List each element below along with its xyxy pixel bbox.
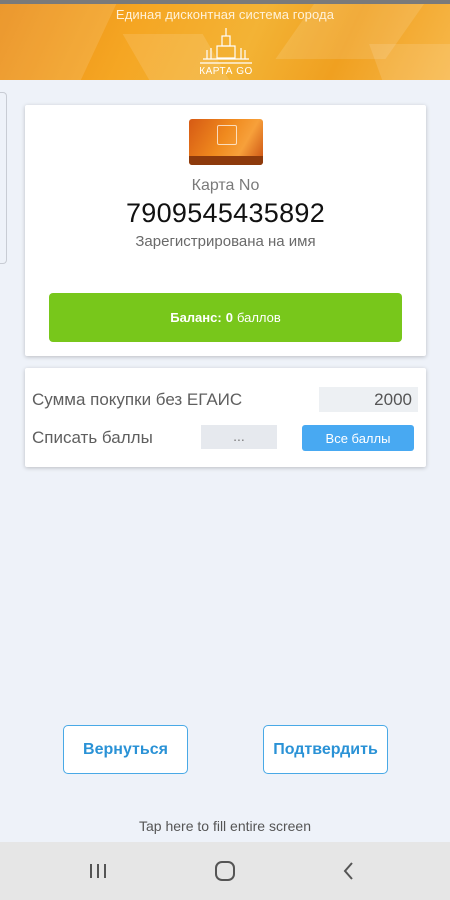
card-number-label: Карта No [191,177,260,194]
confirm-button[interactable]: Подтвердить [263,725,388,774]
side-drawer-handle[interactable] [0,92,7,264]
system-navigation-bar [0,842,450,900]
balance-button[interactable]: Баланс: 0 баллов [49,293,402,342]
discount-card-panel: Карта No 7909545435892 Зарегистрирована … [25,105,426,356]
write-off-points-input[interactable]: ... [201,425,277,449]
app-header: Единая дисконтная система города КАРТА G… [0,4,450,80]
all-points-button[interactable]: Все баллы [302,425,414,451]
balance-unit: баллов [236,310,281,325]
discount-card-icon [189,119,263,165]
back-icon[interactable] [327,854,371,888]
card-owner-text: Зарегистрирована на имя [135,233,316,250]
purchase-sum-input[interactable]: 2000 [319,387,418,412]
fill-screen-hint[interactable]: Tap here to fill entire screen [0,818,450,834]
purchase-sum-label: Сумма покупки без ЕГАИС [32,390,243,409]
home-icon[interactable] [203,854,247,888]
balance-prefix: Баланс: [170,310,222,325]
karta-go-logo: КАРТА GO [195,26,257,78]
back-button[interactable]: Вернуться [63,725,188,774]
header-subtitle: Единая дисконтная система города [115,7,335,22]
purchase-form: Сумма покупки без ЕГАИС 2000 Списать бал… [25,368,426,467]
recents-icon[interactable] [76,854,120,888]
card-number: 7909545435892 [125,198,326,228]
logo-text: КАРТА GO [199,66,253,77]
write-off-points-label: Списать баллы [32,428,153,447]
balance-value: 0 [225,310,233,325]
